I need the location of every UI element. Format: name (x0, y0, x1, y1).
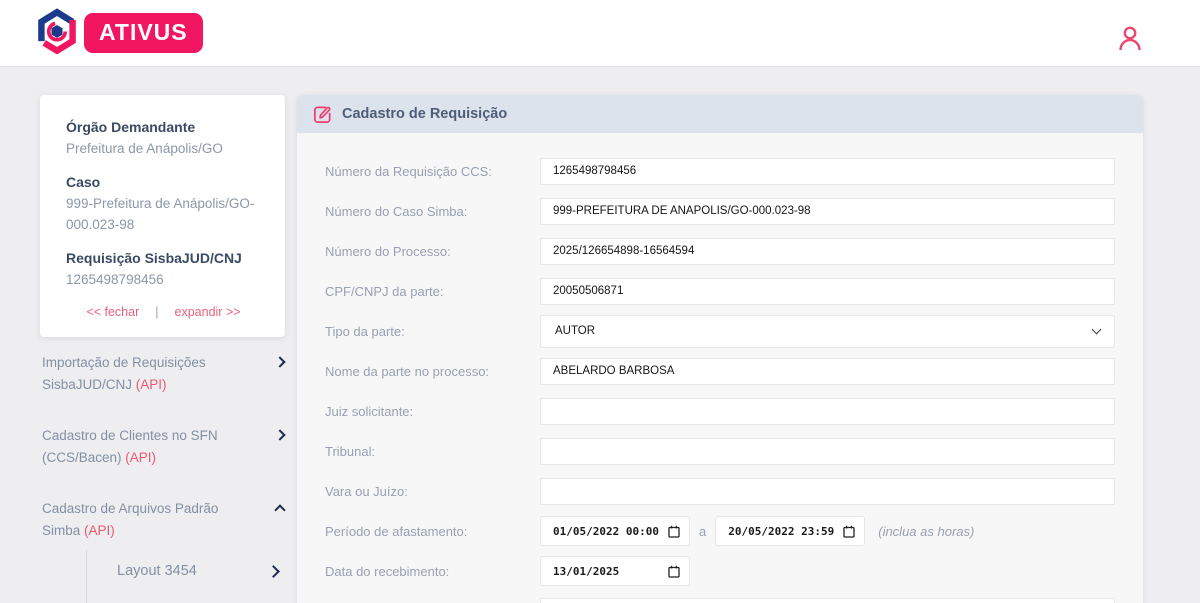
user-icon (1115, 41, 1145, 58)
field-label: Juiz solicitante: (325, 404, 540, 419)
summary-section-caso: Caso 999-Prefeitura de Anápolis/GO-000.0… (66, 174, 261, 235)
field-label: Nome da parte no processo: (325, 364, 540, 379)
sidebar-submenu: Layout 3454 Novo layout (86, 550, 290, 603)
period-start-datetime-input[interactable]: 01/05/2022 00:00 (540, 516, 690, 546)
api-tag: (API) (136, 377, 167, 392)
page-title: Cadastro de Requisição (342, 106, 507, 122)
field-label: Data do recebimento: (325, 564, 540, 579)
section-value: 999-Prefeitura de Anápolis/GO-000.023-98 (66, 193, 261, 235)
form-row-receipt: Data do recebimento: 13/01/2025 (325, 551, 1115, 591)
datetime-value: 20/05/2022 23:59 (728, 525, 834, 538)
calendar-icon[interactable] (668, 525, 680, 538)
sidebar-subitem-layout-3454[interactable]: Layout 3454 (117, 550, 290, 592)
form-row: Número do Caso Simba: (325, 191, 1115, 231)
menu-item-label: Importação de Requisições SisbaJUD/CNJ (… (42, 352, 242, 396)
tipo-da-parte-select[interactable]: AUTOR (540, 315, 1115, 348)
link-divider: | (155, 305, 158, 319)
form-row: Número da Requisição CCS: (325, 151, 1115, 191)
tribunal-input[interactable] (540, 438, 1115, 465)
datetime-value: 01/05/2022 00:00 (553, 525, 659, 538)
chevron-up-icon (274, 504, 285, 515)
form-row-clipped (325, 591, 1115, 603)
period-separator: a (699, 524, 706, 539)
sidebar-menu: Importação de Requisições SisbaJUD/CNJ (… (42, 352, 290, 603)
form-row: Tipo da parte: AUTOR (325, 311, 1115, 351)
field-label: Vara ou Juízo: (325, 484, 540, 499)
summary-section-orgao: Órgão Demandante Prefeitura de Anápolis/… (66, 119, 261, 159)
selected-option: AUTOR (555, 325, 595, 337)
chevron-right-icon (274, 356, 285, 367)
app-logo[interactable]: ATIVUS (35, 8, 203, 59)
expand-link[interactable]: expandir >> (175, 305, 241, 319)
section-value: 1265498798456 (66, 269, 261, 290)
sidebar-item-cadastro-arquivos[interactable]: Cadastro de Arquivos Padrão Simba (API) (42, 498, 290, 542)
top-bar: ATIVUS (0, 0, 1200, 67)
api-tag: (API) (84, 523, 115, 538)
calendar-icon[interactable] (668, 565, 680, 578)
chevron-right-icon (267, 565, 280, 578)
field-label: Número do Processo: (325, 244, 540, 259)
summary-section-requisicao: Requisição SisbaJUD/CNJ 1265498798456 (66, 250, 261, 290)
sidebar-item-cadastro-clientes[interactable]: Cadastro de Clientes no SFN (CCS/Bacen) … (42, 425, 290, 469)
chevron-right-icon (274, 429, 285, 440)
nome-parte-input[interactable] (540, 358, 1115, 385)
form-row: Nome da parte no processo: (325, 351, 1115, 391)
period-end-datetime-input[interactable]: 20/05/2022 23:59 (715, 516, 865, 546)
form-row: Tribunal: (325, 431, 1115, 471)
api-tag: (API) (125, 450, 156, 465)
numero-processo-input[interactable] (540, 238, 1115, 265)
calendar-icon[interactable] (843, 525, 855, 538)
collapse-link[interactable]: << fechar (86, 305, 139, 319)
form-row-period: Período de afastamento: 01/05/2022 00:00… (325, 511, 1115, 551)
data-recebimento-input[interactable]: 13/01/2025 (540, 556, 690, 586)
edit-pencil-icon (312, 104, 333, 125)
vara-juizo-input[interactable] (540, 478, 1115, 505)
chevron-down-icon (1092, 324, 1102, 334)
user-menu-button[interactable] (1115, 24, 1145, 59)
field-label: CPF/CNPJ da parte: (325, 284, 540, 299)
juiz-solicitante-input[interactable] (540, 398, 1115, 425)
numero-caso-simba-input[interactable] (540, 198, 1115, 225)
field-label: Tribunal: (325, 444, 540, 459)
field-label: Número do Caso Simba: (325, 204, 540, 219)
period-hint-text: (inclua as horas) (878, 524, 974, 539)
section-title: Caso (66, 174, 261, 190)
menu-item-label: Cadastro de Clientes no SFN (CCS/Bacen) … (42, 425, 242, 469)
requisition-form-panel: Cadastro de Requisição Número da Requisi… (297, 95, 1143, 603)
submenu-item-label: Layout 3454 (117, 563, 197, 579)
sidebar-item-importacao-requisicoes[interactable]: Importação de Requisições SisbaJUD/CNJ (… (42, 352, 290, 396)
form-row: Número do Processo: (325, 231, 1115, 271)
field-label: Período de afastamento: (325, 524, 540, 539)
ativus-hexagon-logo-icon (35, 8, 79, 59)
date-value: 13/01/2025 (553, 565, 619, 578)
card-links: << fechar | expandir >> (66, 305, 261, 319)
logo-wordmark: ATIVUS (84, 13, 203, 53)
cpf-cnpj-input[interactable] (540, 278, 1115, 305)
form-row: Juiz solicitante: (325, 391, 1115, 431)
form-row: CPF/CNPJ da parte: (325, 271, 1115, 311)
field-label: Tipo da parte: (325, 324, 540, 339)
field-label: Número da Requisição CCS: (325, 164, 540, 179)
requisition-form: Número da Requisição CCS: Número do Caso… (297, 133, 1143, 603)
section-title: Órgão Demandante (66, 119, 261, 135)
numero-requisicao-ccs-input[interactable] (540, 158, 1115, 185)
section-value: Prefeitura de Anápolis/GO (66, 138, 261, 159)
section-title: Requisição SisbaJUD/CNJ (66, 250, 261, 266)
menu-item-label: Cadastro de Arquivos Padrão Simba (API) (42, 498, 242, 542)
clipped-input[interactable] (540, 598, 1115, 603)
case-summary-card: Órgão Demandante Prefeitura de Anápolis/… (40, 95, 285, 337)
form-row: Vara ou Juízo: (325, 471, 1115, 511)
panel-header: Cadastro de Requisição (297, 95, 1143, 133)
